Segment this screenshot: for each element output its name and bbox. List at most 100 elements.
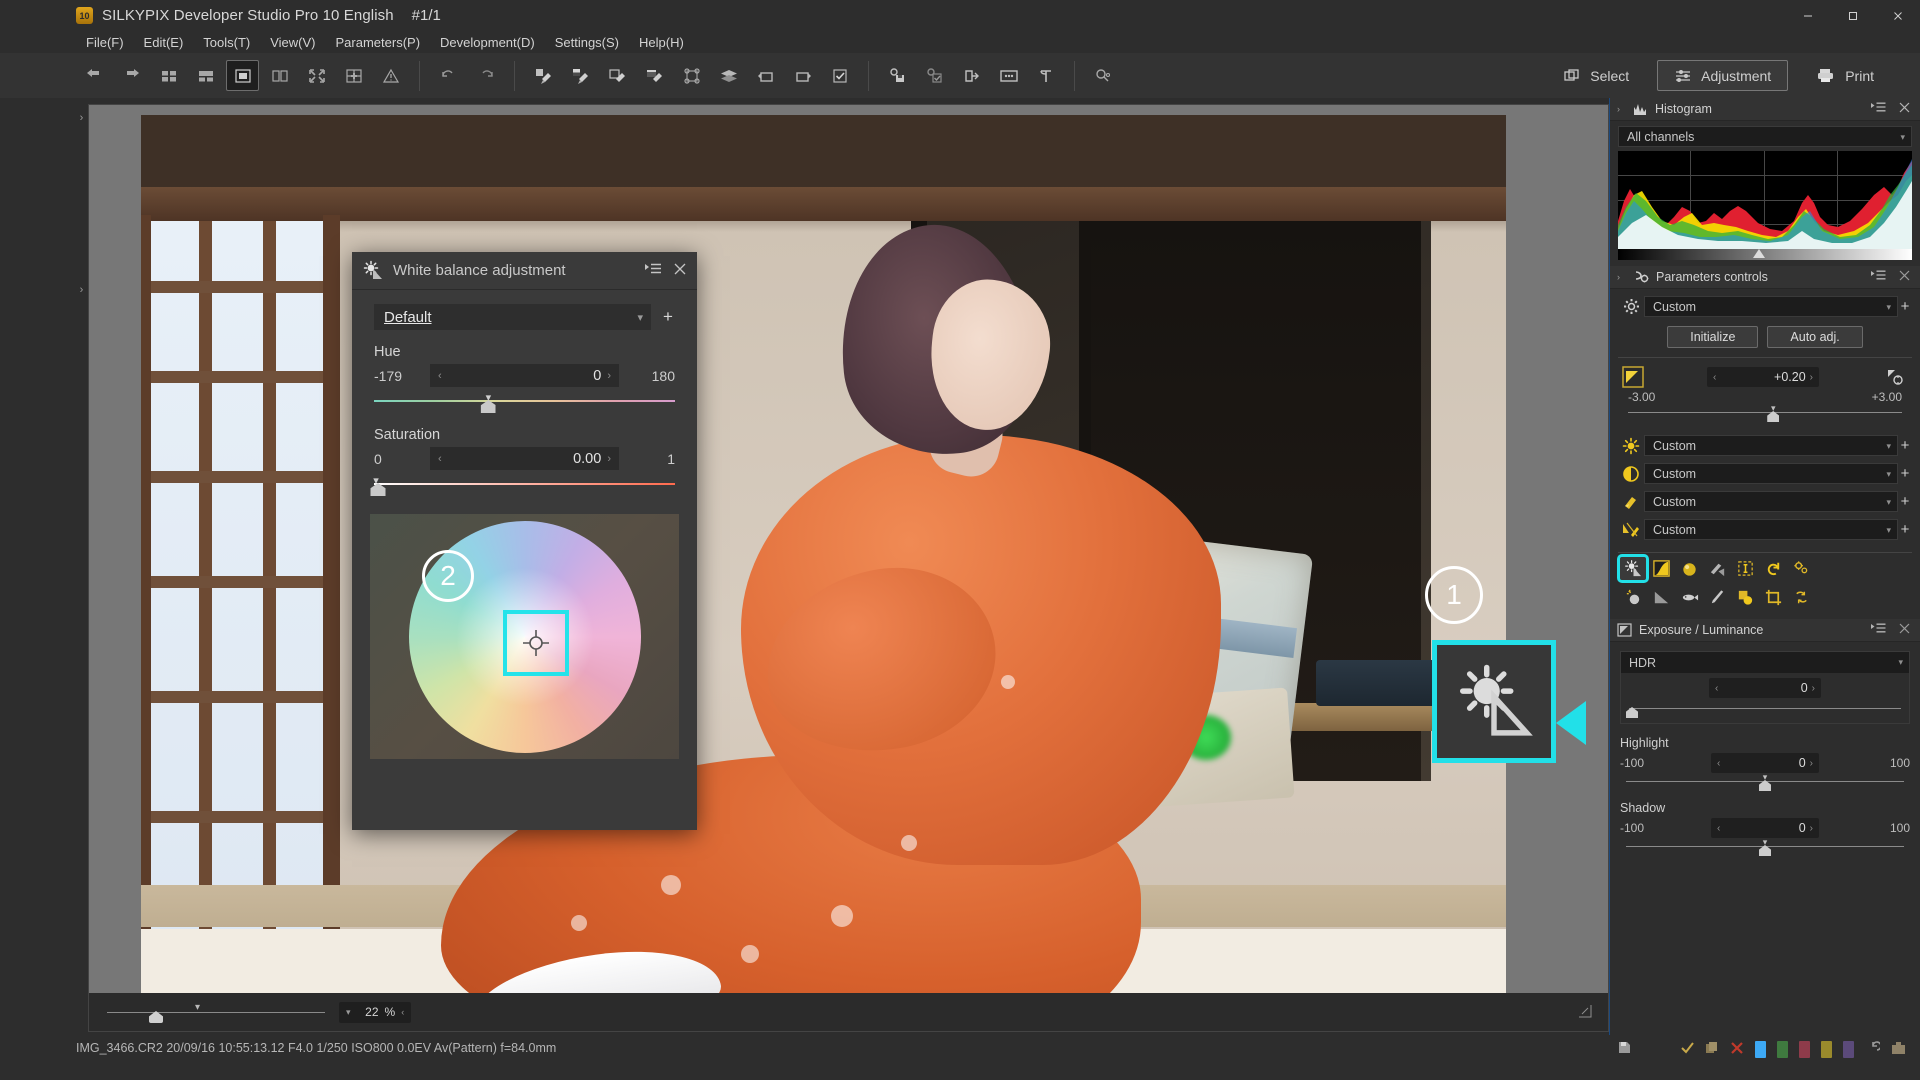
white-balance-param-select[interactable]: Custom ▾: [1644, 435, 1898, 456]
histogram-ramp-handle[interactable]: [1753, 249, 1766, 258]
gradient-tool-icon[interactable]: [1648, 586, 1674, 609]
hdr-select[interactable]: HDR ▾: [1621, 652, 1909, 673]
chevron-down-icon[interactable]: ▾: [1886, 441, 1891, 452]
chevron-down-icon[interactable]: ▾: [1900, 132, 1905, 143]
panel-menu-icon[interactable]: [1868, 102, 1889, 116]
chevron-right-icon[interactable]: ›: [1617, 104, 1626, 114]
dual-view-icon[interactable]: [263, 60, 296, 91]
hue-slider[interactable]: ▾: [374, 391, 675, 413]
transform-tool-icon[interactable]: [1788, 586, 1814, 609]
white-balance-sun-icon[interactable]: [1618, 437, 1644, 455]
menu-file[interactable]: File(F): [76, 33, 134, 52]
paste-parameters-icon[interactable]: [564, 60, 597, 91]
fullscreen-icon[interactable]: [300, 60, 333, 91]
rating-blue-icon[interactable]: [1755, 1040, 1766, 1058]
filmstrip-view-icon[interactable]: [189, 60, 222, 91]
rating-yellow-icon[interactable]: [1821, 1040, 1832, 1058]
chevron-down-icon[interactable]: ▾: [1886, 469, 1891, 480]
gradation-tool-icon[interactable]: [1704, 557, 1730, 580]
zoom-prev-arrow[interactable]: ‹: [401, 1007, 404, 1017]
compare-grid-icon[interactable]: [337, 60, 370, 91]
mode-adjustment-button[interactable]: Adjustment: [1657, 60, 1789, 91]
parameters-controls-panel-header[interactable]: › Parameters controls: [1610, 266, 1920, 289]
highlight-increment-arrow[interactable]: ›: [1810, 758, 1813, 769]
archive-icon[interactable]: [1891, 1041, 1906, 1058]
apply-settings-icon[interactable]: [918, 60, 951, 91]
color-wheel-selection-box[interactable]: [502, 609, 569, 676]
shadow-increment-arrow[interactable]: ›: [1810, 823, 1813, 834]
hue-increment-arrow[interactable]: ›: [607, 370, 611, 382]
white-balance-add-preset-button[interactable]: +: [661, 307, 675, 327]
layers-icon[interactable]: [712, 60, 745, 91]
exposure-luminance-panel-header[interactable]: Exposure / Luminance: [1610, 619, 1920, 642]
rotate-reset-tool-icon[interactable]: [1760, 557, 1786, 580]
redo-icon[interactable]: [469, 60, 502, 91]
white-balance-param-add-button[interactable]: +: [1898, 437, 1912, 454]
exposure-bias-icon[interactable]: [1618, 366, 1648, 388]
tone-param-select[interactable]: Custom ▾: [1644, 463, 1898, 484]
exposure-slider[interactable]: ▾: [1628, 403, 1902, 422]
thumbnail-grid-icon[interactable]: [152, 60, 185, 91]
chevron-right-icon[interactable]: ›: [1617, 272, 1626, 282]
menu-development[interactable]: Development(D): [430, 33, 545, 52]
chevron-down-icon[interactable]: ▾: [1886, 525, 1891, 536]
menu-view[interactable]: View(V): [260, 33, 325, 52]
sharpness-param-select[interactable]: Custom ▾: [1644, 519, 1898, 540]
saturation-increment-arrow[interactable]: ›: [607, 453, 611, 465]
color-layer-tool-icon[interactable]: [1732, 586, 1758, 609]
menu-parameters[interactable]: Parameters(P): [326, 33, 431, 52]
color-param-select[interactable]: Custom ▾: [1644, 491, 1898, 512]
zoom-slider[interactable]: ▾: [107, 1002, 325, 1023]
save-state-icon[interactable]: [1617, 1040, 1632, 1058]
sharpness-icon[interactable]: [1618, 521, 1644, 539]
mode-print-button[interactable]: Print: [1800, 60, 1890, 91]
left-rail-expand-top[interactable]: ›: [76, 110, 87, 126]
panel-menu-icon[interactable]: [1868, 270, 1889, 284]
rating-green-icon[interactable]: [1777, 1040, 1788, 1058]
forward-arrow-icon[interactable]: [115, 60, 148, 91]
white-balance-dialog[interactable]: White balance adjustment Default ▾ + Hue: [352, 252, 697, 830]
hdr-slider[interactable]: [1626, 702, 1901, 718]
batch-parameters-icon[interactable]: [638, 60, 671, 91]
gear-icon[interactable]: [1618, 298, 1644, 315]
tone-contrast-icon[interactable]: [1618, 465, 1644, 483]
shadow-spinner[interactable]: ‹ 0 ›: [1711, 818, 1819, 838]
back-arrow-icon[interactable]: [78, 60, 111, 91]
histogram-panel-header[interactable]: › Histogram: [1610, 98, 1920, 121]
undo-icon[interactable]: [432, 60, 465, 91]
close-icon[interactable]: [1896, 270, 1913, 284]
menu-help[interactable]: Help(H): [629, 33, 694, 52]
saturation-slider[interactable]: ▾: [370, 474, 675, 496]
sharpness-param-add-button[interactable]: +: [1898, 521, 1912, 538]
color-sphere-tool-icon[interactable]: [1676, 557, 1702, 580]
zoom-value-box[interactable]: ▾ 22 % ‹: [339, 1001, 412, 1023]
rating-purple-icon[interactable]: [1843, 1040, 1854, 1058]
tone-param-add-button[interactable]: +: [1898, 465, 1912, 482]
parameters-preset-select[interactable]: Custom ▾: [1644, 296, 1898, 317]
viewer-resize-grip[interactable]: [1578, 1004, 1598, 1021]
menu-tools[interactable]: Tools(T): [193, 33, 260, 52]
exposure-increment-arrow[interactable]: ›: [1810, 372, 1813, 383]
minimize-button[interactable]: [1785, 0, 1830, 31]
saturation-spinner[interactable]: ‹ 0.00 ›: [430, 447, 619, 470]
menu-edit[interactable]: Edit(E): [134, 33, 194, 52]
chevron-down-icon[interactable]: ▾: [1898, 657, 1903, 668]
lens-aberration-tool-icon[interactable]: [1732, 557, 1758, 580]
close-button[interactable]: [1875, 0, 1920, 31]
mode-select-button[interactable]: Select: [1547, 60, 1645, 91]
delete-mark-icon[interactable]: [1730, 1041, 1744, 1058]
slideshow-icon[interactable]: [992, 60, 1025, 91]
warning-icon[interactable]: [374, 60, 407, 91]
export-icon[interactable]: [955, 60, 988, 91]
checkbox-mark-icon[interactable]: [823, 60, 856, 91]
search-user-icon[interactable]: [1087, 60, 1120, 91]
save-settings-icon[interactable]: [881, 60, 914, 91]
check-mark-icon[interactable]: [1680, 1041, 1694, 1058]
brush-tool-icon[interactable]: [1704, 586, 1730, 609]
shape-nodes-icon[interactable]: [675, 60, 708, 91]
rotate-left-icon[interactable]: [749, 60, 782, 91]
color-param-add-button[interactable]: +: [1898, 493, 1912, 510]
chevron-down-icon[interactable]: ▾: [1886, 497, 1891, 508]
menu-settings[interactable]: Settings(S): [545, 33, 629, 52]
reset-exposure-icon[interactable]: [1878, 367, 1912, 387]
